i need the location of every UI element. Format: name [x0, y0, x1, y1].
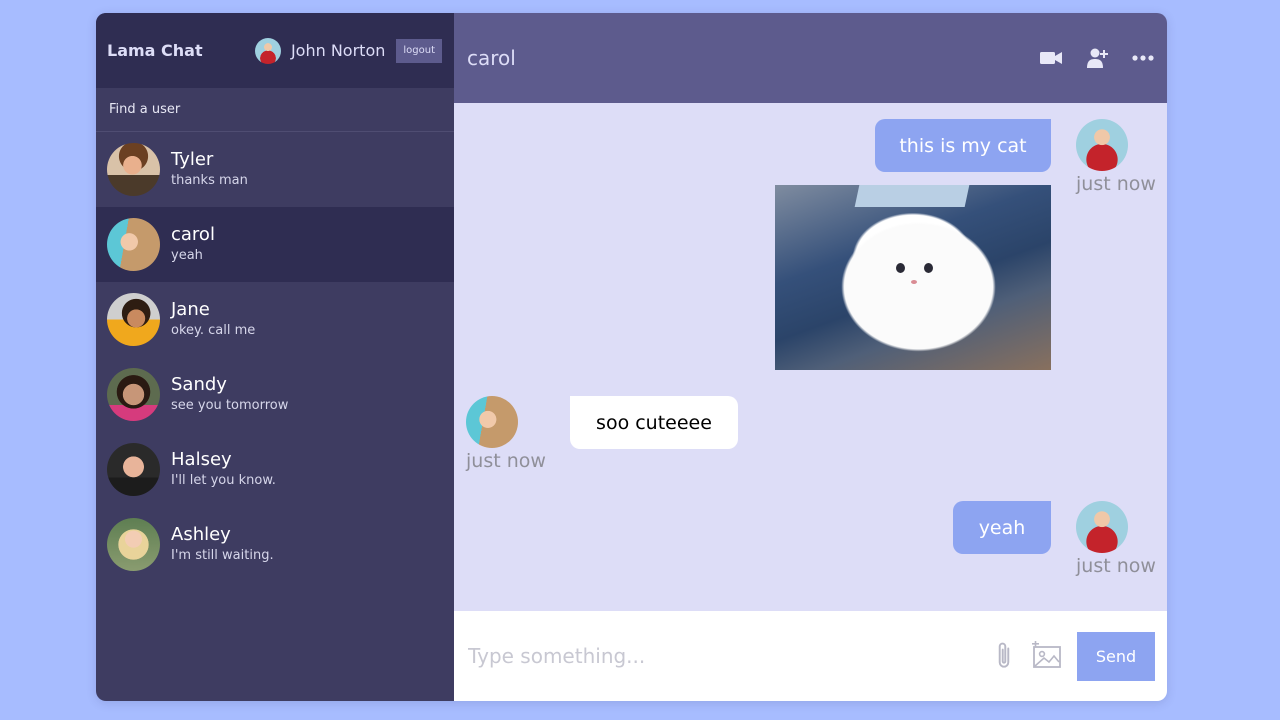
- chat-item-carol[interactable]: carol yeah: [96, 207, 454, 282]
- chat-item-sandy[interactable]: Sandy see you tomorrow: [96, 357, 454, 432]
- chat-info: Sandy see you tomorrow: [171, 374, 288, 416]
- chat-app: Lama Chat John Norton logout Tyler thank…: [96, 13, 1167, 701]
- messages-area: just now this is my cat just now soo cut…: [454, 103, 1167, 611]
- message-input[interactable]: [468, 644, 991, 668]
- avatar: [107, 518, 160, 571]
- chat-title: carol: [467, 46, 516, 70]
- search-bar: [96, 88, 454, 132]
- chat-info: carol yeah: [171, 224, 215, 266]
- chat-header: carol: [454, 13, 1167, 103]
- chat-name: Jane: [171, 298, 210, 320]
- chat-last-message: thanks man: [171, 172, 248, 188]
- chat-name: Ashley: [171, 523, 231, 545]
- message-avatar: [466, 396, 518, 448]
- chat-panel: carol just now this is my cat just now s…: [454, 13, 1167, 701]
- message-other: just now: [466, 396, 546, 472]
- send-button[interactable]: Send: [1077, 631, 1155, 681]
- user-name: John Norton: [290, 41, 386, 60]
- more-options-icon[interactable]: [1131, 46, 1155, 70]
- paperclip-icon[interactable]: [991, 641, 1017, 671]
- avatar: [107, 443, 160, 496]
- message-time: just now: [1076, 555, 1156, 577]
- chat-name: carol: [171, 223, 215, 245]
- chat-item-halsey[interactable]: Halsey I'll let you know.: [96, 432, 454, 507]
- avatar: [107, 368, 160, 421]
- app-logo: Lama Chat: [107, 41, 203, 60]
- message-bubble: soo cuteeee: [570, 396, 738, 449]
- chat-item-tyler[interactable]: Tyler thanks man: [96, 132, 454, 207]
- chat-info: Tyler thanks man: [171, 149, 248, 191]
- chat-info: Jane okey. call me: [171, 299, 255, 341]
- message-input-bar: Send: [454, 611, 1167, 701]
- chat-item-ashley[interactable]: Ashley I'm still waiting.: [96, 507, 454, 582]
- chat-last-message: okey. call me: [171, 322, 256, 338]
- message-owner: just now: [1076, 119, 1156, 195]
- chat-last-message: I'm still waiting.: [171, 547, 274, 563]
- current-user: John Norton logout: [254, 37, 442, 64]
- message-time: just now: [466, 450, 546, 472]
- image-detail: [896, 263, 905, 273]
- message-bubble: yeah: [953, 501, 1051, 554]
- user-avatar: [254, 37, 281, 64]
- message-time: just now: [1076, 173, 1156, 195]
- navbar: Lama Chat John Norton logout: [96, 13, 454, 88]
- image-detail: [911, 280, 917, 284]
- message-avatar: [1076, 501, 1128, 553]
- send-area: Send: [991, 631, 1155, 681]
- add-user-icon[interactable]: [1085, 46, 1109, 70]
- sidebar: Lama Chat John Norton logout Tyler thank…: [96, 13, 454, 701]
- message-owner: just now: [1076, 501, 1156, 577]
- search-input[interactable]: [109, 102, 441, 117]
- message-avatar: [1076, 119, 1128, 171]
- chat-name: Tyler: [171, 148, 214, 170]
- chat-name: Halsey: [171, 448, 232, 470]
- chat-name: Sandy: [171, 373, 227, 395]
- chat-last-message: I'll let you know.: [171, 472, 276, 488]
- chat-info: Halsey I'll let you know.: [171, 449, 276, 491]
- image-detail: [854, 185, 970, 207]
- chat-info: Ashley I'm still waiting.: [171, 524, 274, 566]
- avatar: [107, 143, 160, 196]
- chat-last-message: yeah: [171, 247, 203, 263]
- chat-item-jane[interactable]: Jane okey. call me: [96, 282, 454, 357]
- message-bubble: this is my cat: [875, 119, 1051, 172]
- logout-button[interactable]: logout: [396, 38, 442, 63]
- chat-list: Tyler thanks man carol yeah Jane okey. c…: [96, 132, 454, 582]
- add-image-icon[interactable]: [1031, 641, 1063, 671]
- chat-actions: [1039, 46, 1155, 70]
- message-image[interactable]: [775, 185, 1051, 370]
- image-detail: [924, 263, 933, 273]
- video-camera-icon[interactable]: [1039, 46, 1063, 70]
- avatar: [107, 218, 160, 271]
- chat-last-message: see you tomorrow: [171, 397, 289, 413]
- avatar: [107, 293, 160, 346]
